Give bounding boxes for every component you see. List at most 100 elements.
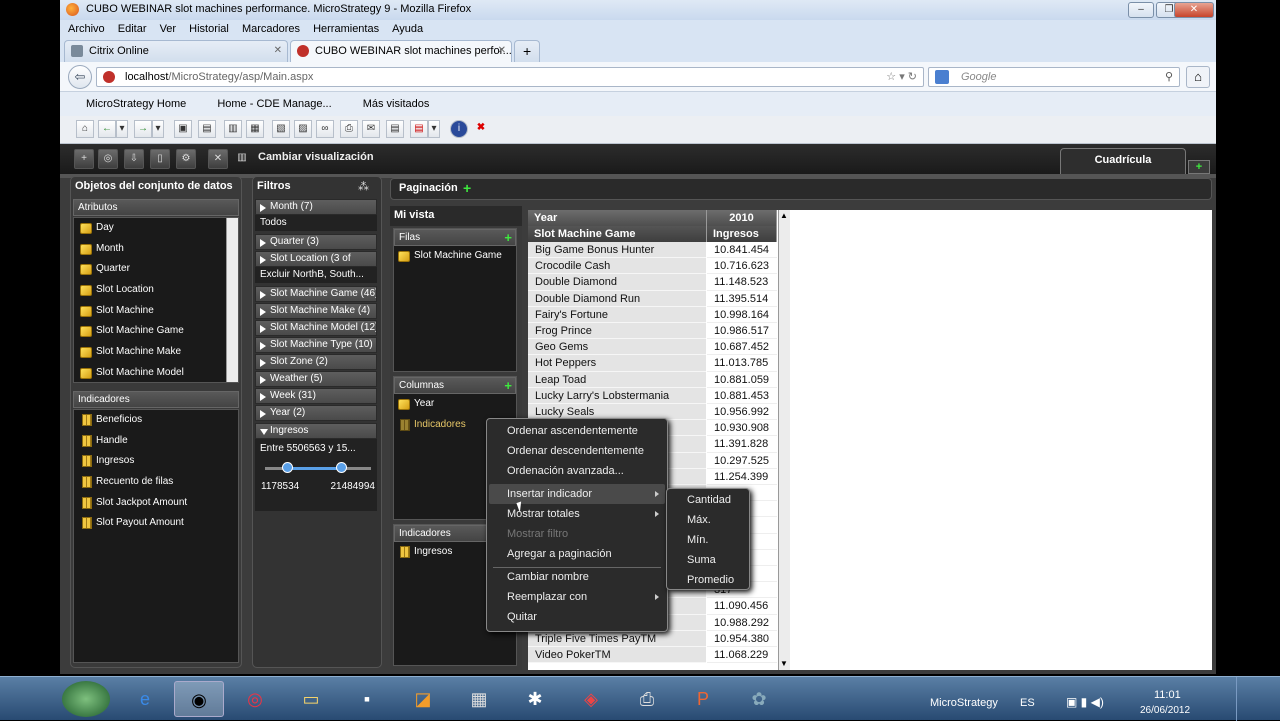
table-row[interactable]: Video PokerTM 11.068.229 (528, 647, 778, 664)
search-input[interactable]: Google ⚲ (928, 67, 1180, 87)
object-browser-icon[interactable]: ◎ (98, 149, 118, 169)
menu-ayuda[interactable]: Ayuda (392, 23, 423, 35)
start-button[interactable] (62, 681, 110, 717)
dropdown-icon[interactable]: ▾ (116, 120, 128, 138)
row-label-cell[interactable]: Big Game Bonus Hunter (528, 242, 706, 259)
row-label-cell[interactable]: Fairy's Fortune (528, 306, 706, 323)
menu-advanced-sort[interactable]: Ordenación avanzada... (489, 461, 665, 481)
row-slot-machine-game[interactable]: Slot Machine Game (394, 246, 516, 267)
new-tab-button[interactable]: + (514, 40, 540, 62)
metric-ingresos[interactable]: Ingresos (74, 451, 238, 472)
print-icon[interactable]: ⎙ (340, 120, 358, 138)
filter-weather[interactable]: Weather (5) (255, 371, 377, 387)
forward-icon[interactable]: → (134, 120, 152, 138)
language-indicator[interactable]: ES (1020, 697, 1035, 709)
save-icon[interactable]: ▤ (198, 120, 216, 138)
filter-quarter[interactable]: Quarter (3) (255, 234, 377, 250)
filter-ingresos[interactable]: Ingresos (255, 423, 377, 439)
row-label-cell[interactable]: Geo Gems (528, 339, 706, 356)
grid-row-header[interactable]: Slot Machine Game (528, 226, 707, 242)
clock-date[interactable]: 26/06/2012 (1140, 705, 1190, 716)
chart-icon[interactable]: ▥ (232, 149, 252, 169)
tab-cubo-webinar[interactable]: CUBO WEBINAR slot machines perfor... ✕ (290, 40, 512, 62)
scroll-up-icon[interactable]: ▲ (780, 211, 788, 220)
internet-explorer-icon[interactable]: e (120, 681, 170, 717)
metric-handle[interactable]: Handle (74, 431, 238, 452)
attribute-slot-machine[interactable]: Slot Machine (74, 301, 238, 322)
menu-herramientas[interactable]: Herramientas (313, 23, 379, 35)
search-icon[interactable]: ⚲ (1165, 68, 1173, 86)
attribute-slot-location[interactable]: Slot Location (74, 280, 238, 301)
filter-slot-machine-type[interactable]: Slot Machine Type (10) (255, 337, 377, 353)
explorer-folder-icon[interactable]: ▭ (286, 681, 336, 717)
dropdown-icon[interactable]: ▾ (152, 120, 164, 138)
row-label-cell[interactable]: Frog Prince (528, 323, 706, 340)
export-icon[interactable]: ▦ (246, 120, 264, 138)
column-year[interactable]: Year (394, 394, 516, 415)
dropdown-icon[interactable]: ▾ (428, 120, 440, 138)
print-taskbar-icon[interactable]: ⎙ (622, 681, 672, 717)
menu-rename[interactable]: Cambiar nombre (489, 567, 665, 587)
filter-slot-machine-game[interactable]: Slot Machine Game (46) (255, 286, 377, 302)
filter-week[interactable]: Week (31) (255, 388, 377, 404)
submenu-max[interactable]: Máx. (669, 510, 749, 530)
microstrategy-taskbar-icon[interactable]: ◈ (566, 681, 616, 717)
tab-cuadricula[interactable]: Cuadrícula (1060, 148, 1186, 174)
grid-metric-header[interactable]: Ingresos (707, 226, 777, 242)
tab-citrix[interactable]: Citrix Online ✕ (64, 40, 288, 62)
grid-year-header[interactable]: Year (528, 210, 707, 226)
scroll-down-icon[interactable]: ▼ (780, 659, 788, 668)
add-column-icon[interactable]: + (504, 378, 512, 393)
folder-icon[interactable]: ▣ (174, 120, 192, 138)
table-row[interactable]: Leap Toad 10.881.059 (528, 371, 778, 388)
table-row[interactable]: Double Diamond Run 11.395.514 (528, 290, 778, 307)
add-dataset-icon[interactable]: + (74, 149, 94, 169)
cancel-icon[interactable]: ✖ (472, 120, 490, 138)
submenu-promedio[interactable]: Promedio (669, 570, 749, 590)
table-row[interactable]: Big Game Bonus Hunter 10.841.454 (528, 242, 778, 259)
back-button[interactable]: ⇦ (68, 65, 92, 89)
row-label-cell[interactable]: Triple Five Times PayTM (528, 630, 706, 647)
show-desktop-button[interactable] (1236, 677, 1280, 721)
flower-icon[interactable]: ✿ (734, 681, 784, 717)
menu-ver[interactable]: Ver (160, 23, 177, 35)
table-row[interactable]: Lucky Larry's Lobstermania 10.881.453 (528, 387, 778, 404)
grid-2010-header[interactable]: 2010 (707, 210, 777, 226)
filter-year[interactable]: Year (2) (255, 405, 377, 421)
home-button[interactable]: ⌂ (1186, 66, 1210, 88)
filter-slot-machine-make[interactable]: Slot Machine Make (4) (255, 303, 377, 319)
menu-archivo[interactable]: Archivo (68, 23, 105, 35)
close-tab-icon[interactable]: ✕ (274, 45, 282, 56)
tray-icons[interactable]: ▣ ▮ ◀) (1066, 695, 1104, 709)
firefox-taskbar-icon[interactable]: ◉ (174, 681, 224, 717)
slider-max-handle[interactable] (336, 462, 347, 473)
grid-scrollbar[interactable]: ▲ ▼ (778, 210, 790, 670)
bookmark-mas-visitados[interactable]: Más visitados (363, 98, 430, 110)
close-button[interactable]: ✕ (1174, 2, 1214, 18)
copy-icon[interactable]: ▧ (272, 120, 290, 138)
link-icon[interactable]: ∞ (316, 120, 334, 138)
pdf-icon[interactable]: ▤ (410, 120, 428, 138)
email-icon[interactable]: ✉ (362, 120, 380, 138)
taskbar-app-label[interactable]: MicroStrategy (930, 697, 998, 709)
table-row[interactable]: Fairy's Fortune 10.998.164 (528, 306, 778, 323)
add-layout-button[interactable]: + (1188, 160, 1210, 174)
home-icon[interactable]: ⌂ (76, 120, 94, 138)
menu-remove[interactable]: Quitar (489, 607, 665, 627)
menu-add-to-pagination[interactable]: Agregar a paginación (489, 544, 665, 564)
attribute-month[interactable]: Month (74, 239, 238, 260)
row-label-cell[interactable]: Leap Toad (528, 371, 706, 388)
bookmark-star-icon[interactable]: ☆ ▾ ↻ (886, 68, 917, 86)
table-row[interactable]: Geo Gems 10.687.452 (528, 339, 778, 356)
attributes-scrollbar[interactable] (226, 218, 238, 382)
submenu-cantidad[interactable]: Cantidad (669, 490, 749, 510)
chrome-icon[interactable]: ◎ (230, 681, 280, 717)
menu-marcadores[interactable]: Marcadores (242, 23, 300, 35)
filter-slot-location[interactable]: Slot Location (3 of (255, 251, 377, 267)
attribute-day[interactable]: Day (74, 218, 238, 239)
filter-slot-zone[interactable]: Slot Zone (2) (255, 354, 377, 370)
menu-insert-metric[interactable]: Insertar indicador (489, 484, 665, 504)
globe-icon[interactable]: ✱ (510, 681, 560, 717)
metric-beneficios[interactable]: Beneficios (74, 410, 238, 431)
command-prompt-icon[interactable]: ▪ (342, 681, 392, 717)
